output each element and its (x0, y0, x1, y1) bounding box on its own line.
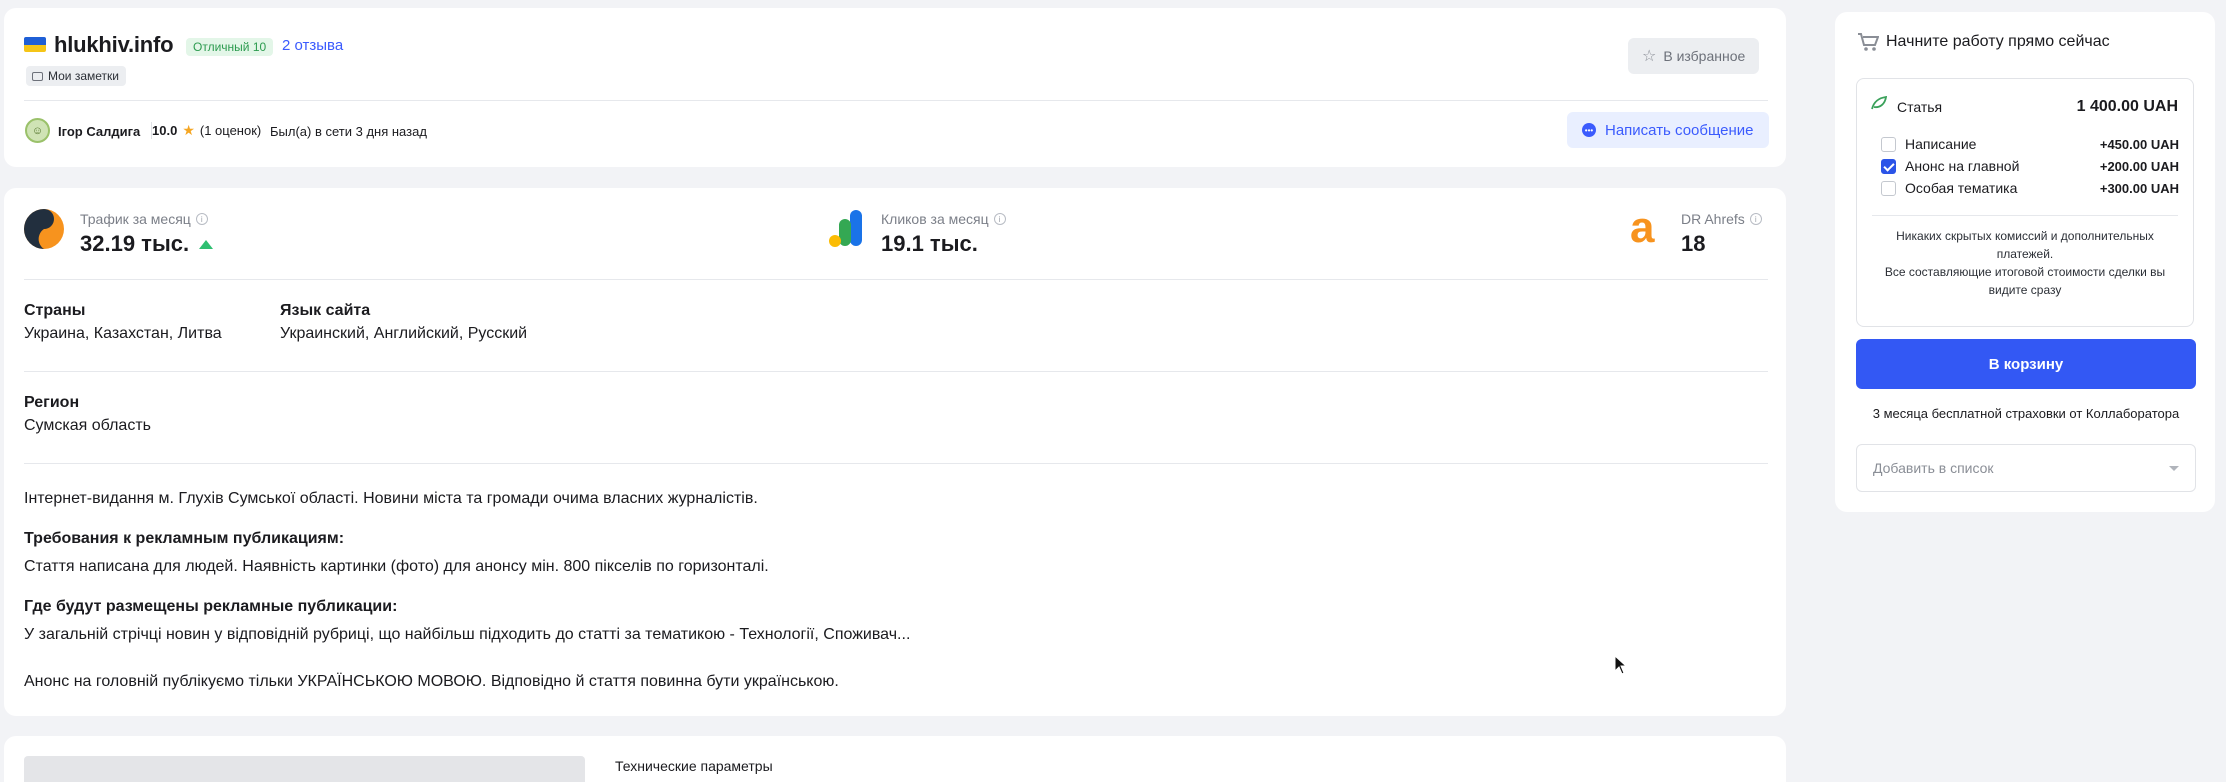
option-price: +450.00 UAH (2099, 136, 2179, 152)
dr-value-row: 18 (1681, 231, 1705, 257)
star-icon: ★ (182, 122, 195, 138)
site-name: hlukhiv.info (54, 32, 174, 57)
option-writing[interactable]: Написание +450.00 UAH (1881, 136, 2179, 152)
message-button[interactable]: ••• Написать сообщение (1567, 112, 1769, 148)
info-icon[interactable]: i (1749, 213, 1762, 225)
add-to-list-select[interactable]: Добавить в список (1856, 444, 2196, 492)
chevron-down-icon (2169, 465, 2179, 471)
placement-label: Где будут размещены рекламные публикации… (24, 598, 398, 615)
clicks-label: Кликов за месяц (881, 211, 989, 227)
tech-title: Технические параметры (615, 758, 773, 774)
order-card: Начните работу прямо сейчас Статья 1 400… (1835, 12, 2215, 512)
semrush-logo-icon (23, 208, 65, 250)
avatar[interactable]: ☺ (25, 118, 50, 143)
fees-note: Никаких скрытых комиссий и дополнительны… (1872, 227, 2178, 299)
traffic-label: Трафик за месяц (80, 211, 191, 227)
clicks-value-row: 19.1 тыс. (881, 231, 978, 257)
trend-up-icon (199, 239, 214, 249)
requirements-label: Требования к рекламным публикациям: (24, 530, 345, 547)
owner-name[interactable]: Ігор Салдига (58, 124, 140, 139)
cart-icon (1857, 32, 1880, 57)
info-icon[interactable]: i (195, 213, 208, 225)
option-label: Анонс на главной (1905, 158, 2020, 174)
comment-icon (32, 71, 43, 81)
language-value: Украинский, Английский, Русский (280, 325, 528, 342)
message-button-label: Написать сообщение (1605, 121, 1754, 139)
tech-card: Технические параметры (4, 736, 1786, 782)
description-intro: Інтернет-видання м. Глухів Сумської обла… (24, 490, 758, 507)
owner-last-seen: Был(а) в сети 3 дня назад (270, 124, 427, 139)
fees-note-line: Все составляющие итоговой стоимости сдел… (1884, 265, 2166, 279)
language-label: Язык сайта (280, 302, 371, 319)
countries-divider (24, 371, 1768, 372)
leaf-icon (1871, 95, 1888, 114)
insurance-note: 3 месяца бесплатной страховки от Коллабо… (1872, 406, 2180, 421)
fees-note-line: видите сразу (1988, 283, 2062, 297)
options-divider (1872, 215, 2178, 216)
product-name: Статья (1897, 99, 1943, 115)
star-outline-icon: ☆ (1642, 48, 1657, 65)
checkbox-checked[interactable] (1881, 158, 1896, 174)
order-header: Начните работу прямо сейчас (1886, 33, 2110, 50)
site-header-card: hlukhiv.info Отличный 10 2 отзыва Мои за… (4, 8, 1786, 167)
info-icon[interactable]: i (993, 213, 1006, 225)
checkbox[interactable] (1881, 180, 1896, 196)
chat-bubble-icon: ••• (1582, 123, 1596, 137)
ukraine-flag-icon (24, 37, 46, 52)
mouse-cursor-icon (1614, 654, 1628, 680)
placement-text: У загальній стрічці новин у відповідній … (24, 626, 911, 643)
option-special-topic[interactable]: Особая тематика +300.00 UAH (1881, 180, 2179, 196)
add-to-cart-button[interactable]: В корзину (1856, 339, 2196, 389)
option-label: Написание (1905, 136, 1977, 152)
owner-rating-group: 10.0 ★ (1 оценок) (151, 122, 261, 139)
order-options-box: Статья 1 400.00 UAH Написание +450.00 UA… (1856, 78, 2194, 327)
region-label: Регион (24, 394, 80, 411)
traffic-label-row: Трафик за месяц i (80, 211, 208, 227)
region-divider (24, 463, 1768, 464)
traffic-value-row: 32.19 тыс. (80, 231, 214, 257)
clicks-value: 19.1 тыс. (881, 231, 978, 256)
ahrefs-logo-icon: a (1630, 203, 1655, 252)
notes-chip[interactable]: Мои заметки (26, 66, 126, 86)
dr-label-row: DR Ahrefs i (1681, 211, 1762, 227)
favorite-button[interactable]: ☆ В избранное (1628, 38, 1760, 74)
owner-ratings-count: (1 оценок) (199, 123, 262, 138)
option-price: +300.00 UAH (2099, 180, 2179, 196)
dr-value: 18 (1681, 231, 1706, 256)
dr-label: DR Ahrefs (1681, 211, 1745, 227)
checkbox[interactable] (1881, 136, 1896, 152)
google-ads-logo-icon (826, 208, 868, 250)
owner-rating: 10.0 (152, 123, 178, 138)
rating-badge: Отличный 10 (186, 38, 274, 56)
countries-value: Украина, Казахстан, Литва (24, 325, 222, 342)
metrics-divider (24, 279, 1768, 280)
requirements-text: Стаття написана для людей. Наявність кар… (24, 558, 769, 575)
clicks-label-row: Кликов за месяц i (881, 211, 1006, 227)
product-price: 1 400.00 UAH (2076, 98, 2178, 115)
site-screenshot-preview[interactable] (24, 756, 585, 782)
language-note: Анонс на головній публікуємо тільки УКРА… (24, 673, 839, 690)
fees-note-line: платежей. (1996, 247, 2054, 261)
fees-note-line: Никаких скрытых комиссий и дополнительны… (1896, 229, 2154, 243)
traffic-value: 32.19 тыс. (80, 231, 190, 256)
countries-label: Страны (24, 302, 86, 319)
notes-chip-label: Мои заметки (48, 69, 119, 83)
favorite-button-label: В избранное (1663, 48, 1746, 64)
option-announce[interactable]: Анонс на главной +200.00 UAH (1881, 158, 2179, 174)
option-label: Особая тематика (1905, 180, 2018, 196)
reviews-link[interactable]: 2 отзыва (282, 37, 343, 54)
add-to-list-placeholder: Добавить в список (1873, 460, 1994, 476)
site-details-card: Трафик за месяц i 32.19 тыс. Кликов за ме… (4, 188, 1786, 716)
option-price: +200.00 UAH (2099, 158, 2179, 174)
header-divider (24, 100, 1768, 101)
region-value: Сумская область (24, 417, 151, 434)
